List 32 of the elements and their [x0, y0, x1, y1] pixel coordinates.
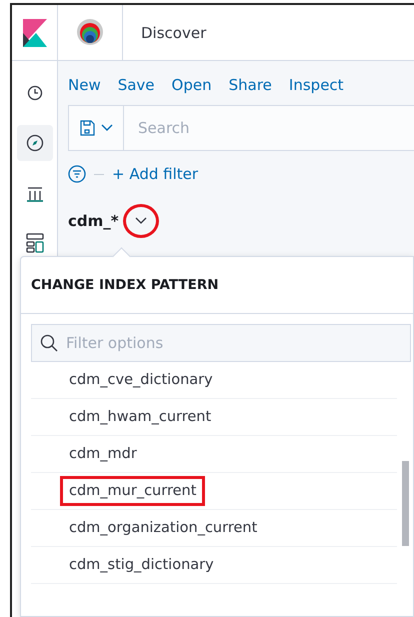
index-option[interactable]: cdm_cve_dictionary — [60, 365, 222, 395]
index-option[interactable]: cdm_mur_current — [60, 476, 206, 506]
caret-icon — [134, 217, 147, 225]
filter-field[interactable]: Filter options — [31, 324, 411, 362]
caret-button[interactable] — [122, 204, 159, 238]
index-option[interactable]: cdm_stig_dictionary — [60, 550, 223, 580]
index-pattern-title: cdm_* — [68, 212, 119, 230]
dashboard-icon — [26, 233, 44, 253]
menu-link[interactable]: New — [68, 76, 101, 94]
menu-link[interactable]: Inspect — [288, 76, 344, 94]
index-option[interactable]: cdm_organization_current — [60, 513, 266, 543]
space-avatar-icon[interactable] — [76, 18, 104, 46]
menu-link[interactable]: Open — [172, 76, 212, 94]
menu-link[interactable]: Save — [118, 76, 155, 94]
clock-icon — [26, 85, 42, 101]
search-field[interactable]: Search — [124, 106, 414, 150]
scrollbar[interactable] — [402, 461, 409, 546]
page-title: Discover — [140, 24, 206, 42]
search-icon — [40, 334, 58, 352]
menu-link[interactable]: Share — [228, 76, 272, 94]
filter-icon[interactable] — [68, 165, 86, 183]
floppy-icon — [79, 120, 95, 136]
popover-title: CHANGE INDEX PATTERN — [21, 257, 413, 314]
caret-icon — [101, 124, 113, 132]
compass-icon — [26, 134, 44, 152]
filter-input[interactable]: Filter options — [64, 333, 410, 353]
search-bar[interactable]: Search — [68, 105, 414, 151]
nav-item[interactable] — [16, 125, 52, 161]
add-filter-link[interactable]: + Add filter — [112, 165, 198, 183]
index-option[interactable]: cdm_hwam_current — [60, 402, 220, 432]
index-option[interactable]: cdm_mdr — [60, 439, 146, 469]
logo-icon[interactable] — [22, 18, 46, 46]
